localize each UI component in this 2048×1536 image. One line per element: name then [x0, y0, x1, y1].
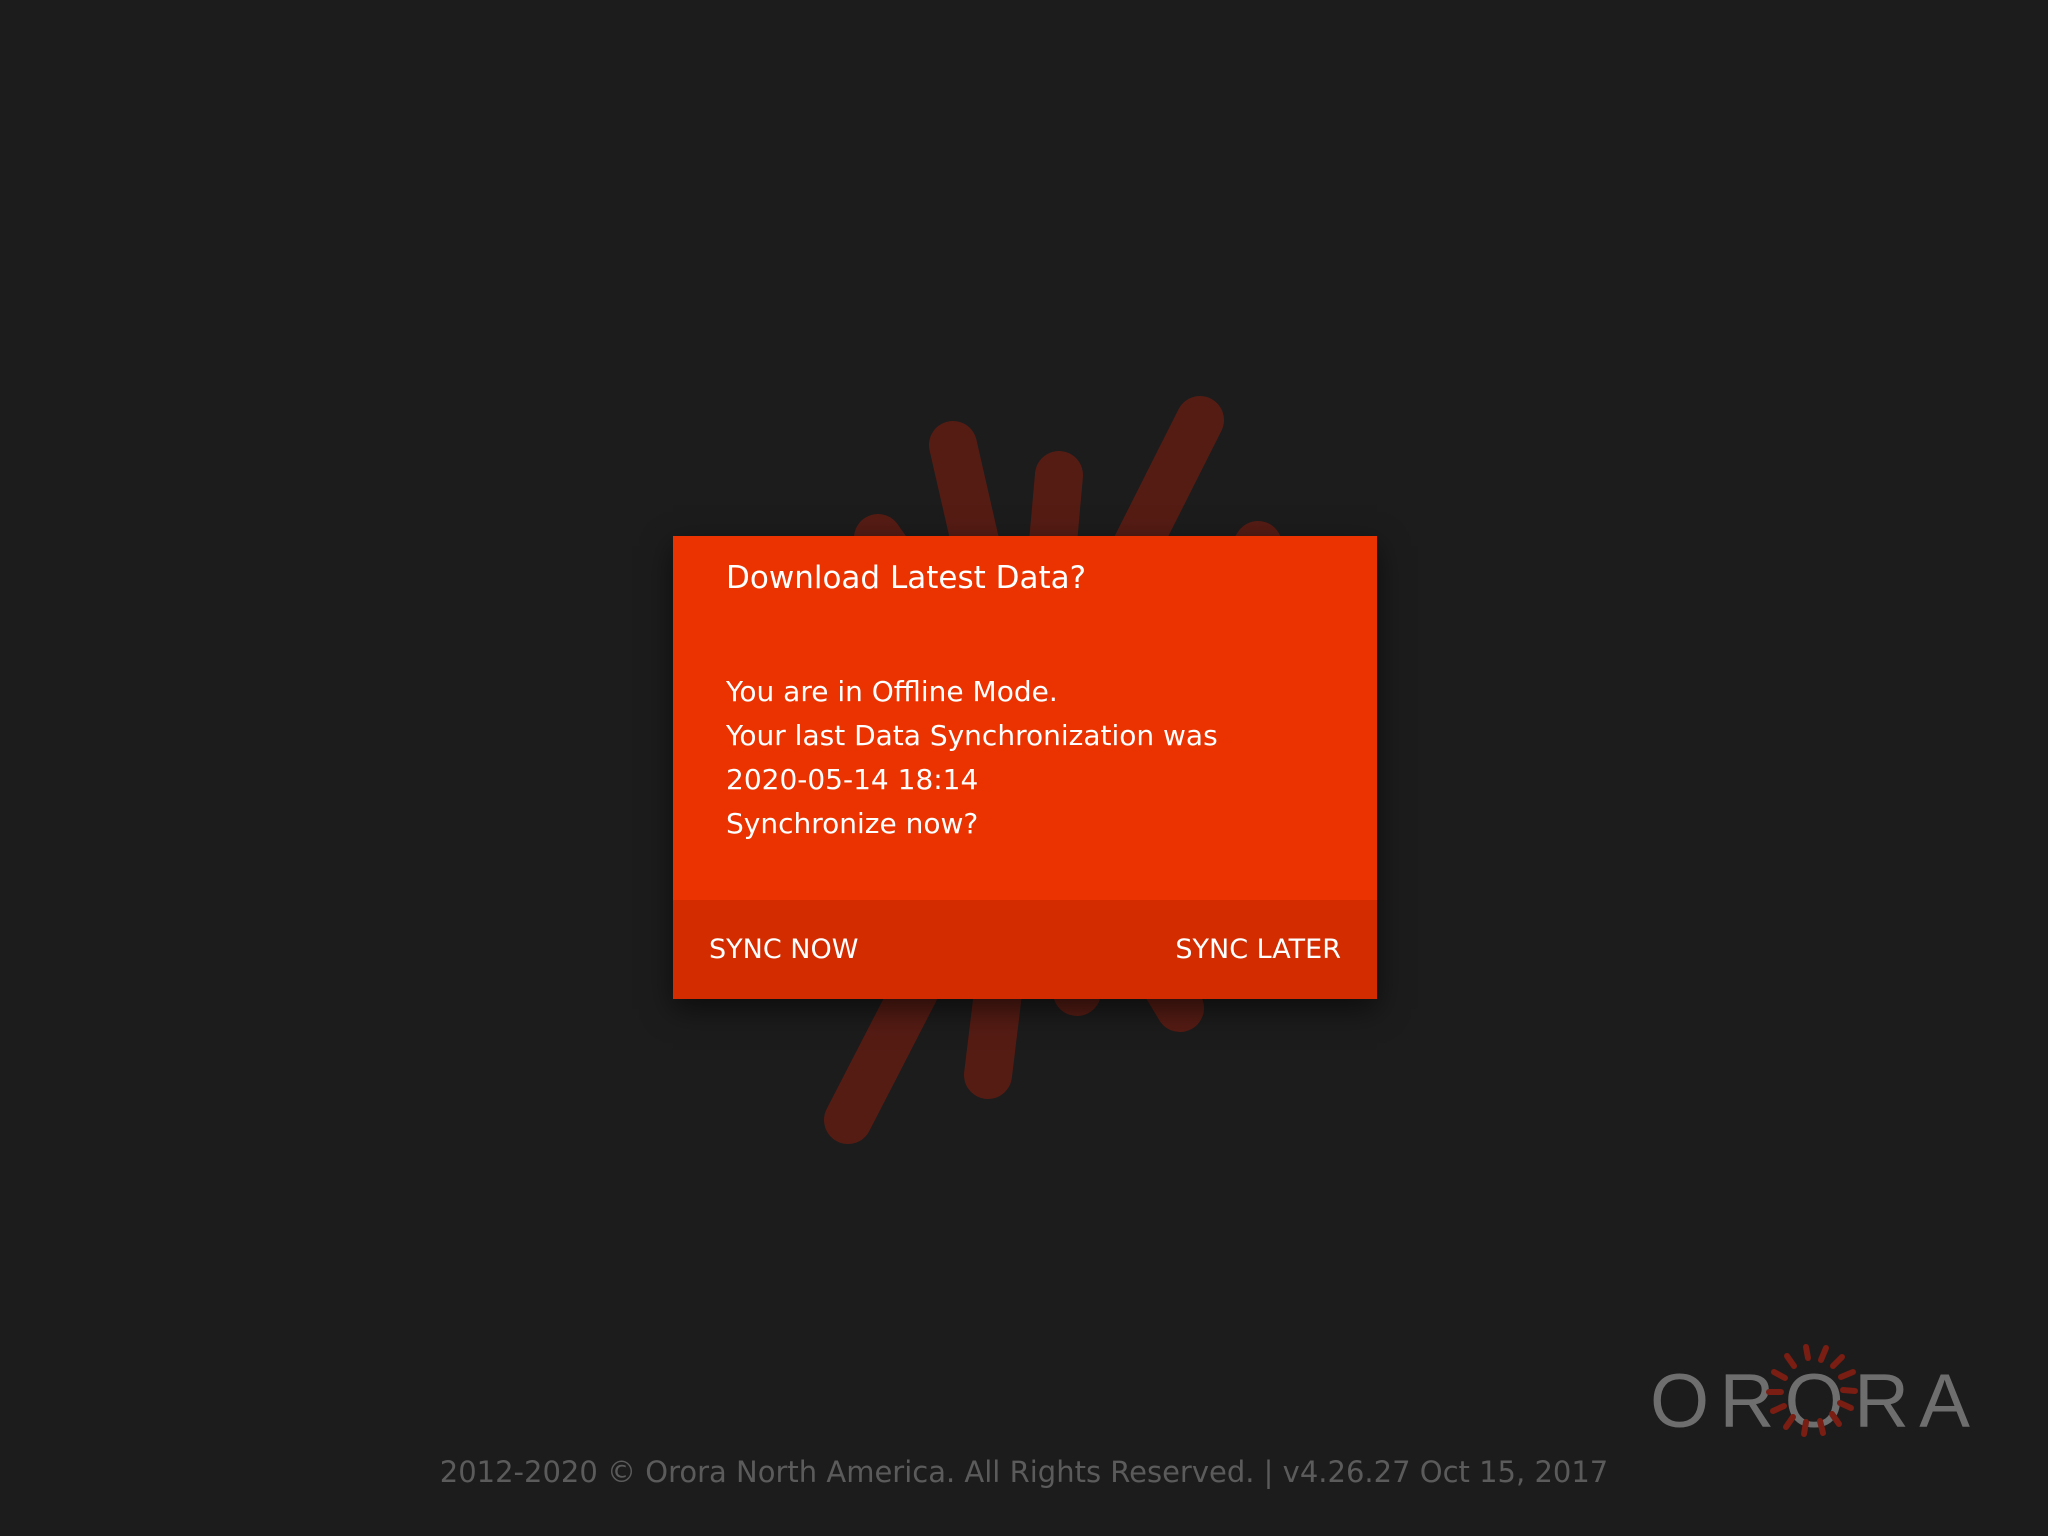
sync-dialog: Download Latest Data? You are in Offline… — [673, 536, 1377, 999]
sync-now-button[interactable]: SYNC NOW — [709, 926, 858, 974]
dialog-message: You are in Offline Mode. Your last Data … — [726, 670, 1346, 846]
logo-text: ORORA — [1650, 1359, 1970, 1444]
dialog-actions: SYNC NOW SYNC LATER — [673, 900, 1377, 999]
sync-prompt-text: Synchronize now? — [726, 807, 979, 840]
last-sync-text: Your last Data Synchronization was — [726, 719, 1218, 752]
footer-copyright: 2012-2020 © Orora North America. All Rig… — [439, 1455, 1609, 1489]
sync-later-button[interactable]: SYNC LATER — [1175, 926, 1341, 974]
offline-mode-text: You are in Offline Mode. — [726, 675, 1058, 708]
orora-logo: ORORA — [1650, 1344, 1970, 1444]
last-sync-timestamp: 2020-05-14 18:14 — [726, 763, 979, 796]
dialog-title: Download Latest Data? — [726, 560, 1087, 596]
